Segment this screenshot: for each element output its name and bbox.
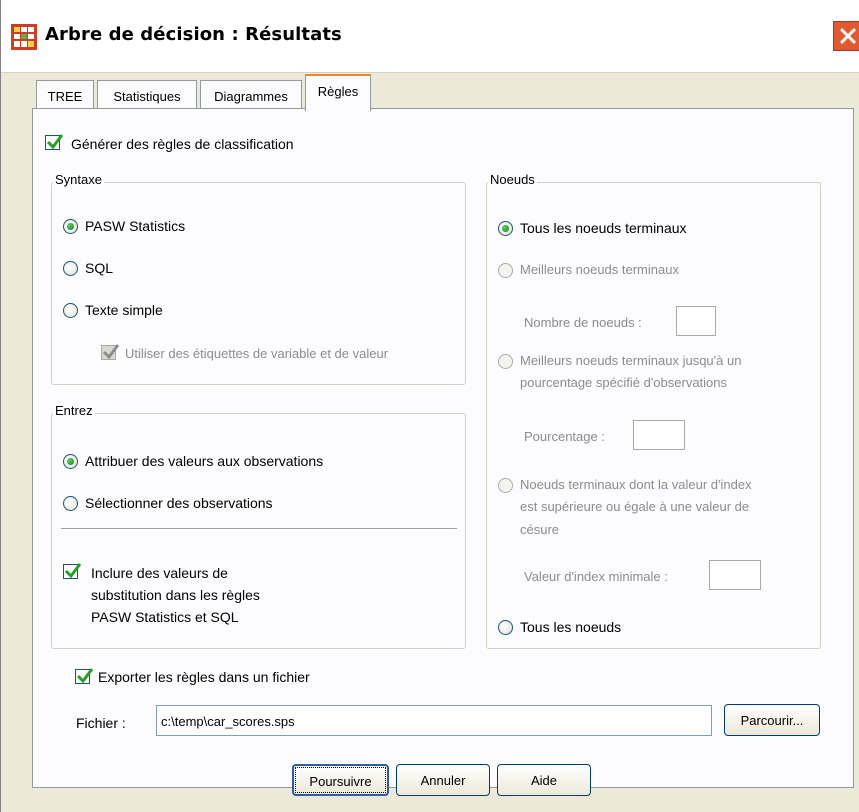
checkmark-icon [46, 134, 64, 150]
browse-button[interactable]: Parcourir... [724, 704, 820, 736]
checkmark-icon [64, 563, 82, 579]
dialog-title: Arbre de décision : Résultats [45, 24, 342, 45]
tab-statistiques-label: Statistiques [113, 89, 181, 104]
radio-all-terminal-nodes[interactable] [498, 221, 513, 236]
tree-app-icon [11, 24, 37, 50]
include-line-2: substitution dans les règles [91, 587, 260, 603]
checkmark-icon [102, 344, 120, 360]
percentage-input[interactable] [633, 420, 685, 450]
radio-sql[interactable] [63, 261, 78, 276]
pasw-statistics-label: PASW Statistics [85, 218, 186, 234]
sql-label: SQL [85, 260, 114, 276]
export-rules-label: Exporter les règles dans un fichier [98, 669, 310, 685]
close-icon [839, 27, 857, 45]
select-observations-label: Sélectionner des observations [85, 495, 273, 511]
percentage-label: Pourcentage : [524, 429, 605, 444]
tab-diagrammes[interactable]: Diagrammes [200, 80, 302, 108]
best-pct-line-2: pourcentage spécifié d'observations [520, 375, 728, 390]
min-index-input[interactable] [709, 560, 761, 590]
enter-separator [61, 528, 457, 530]
assign-values-label: Attribuer des valeurs aux observations [85, 453, 324, 469]
node-count-input[interactable] [676, 306, 716, 336]
radio-select-observations[interactable] [63, 496, 78, 511]
texte-simple-label: Texte simple [85, 302, 163, 318]
radio-all-nodes[interactable] [498, 620, 513, 635]
best-pct-line-1: Meilleurs noeuds terminaux jusqu'à un [520, 353, 742, 368]
all-terminal-nodes-label: Tous les noeuds terminaux [520, 220, 687, 236]
nodes-legend: Noeuds [488, 172, 537, 187]
all-nodes-label: Tous les noeuds [520, 619, 622, 635]
index-line-1: Noeuds terminaux dont la valeur d'index [520, 477, 752, 492]
node-count-label: Nombre de noeuds : [524, 315, 642, 330]
tab-regles-label: Règles [317, 84, 359, 99]
min-index-label: Valeur d'index minimale : [524, 569, 668, 584]
generate-rules-label: Générer des règles de classification [71, 136, 294, 152]
checkmark-icon [76, 668, 94, 684]
index-line-2: est supérieure ou égale à une valeur de [520, 499, 750, 514]
tab-statistiques[interactable]: Statistiques [97, 80, 197, 108]
continue-button[interactable]: Poursuivre [292, 764, 389, 796]
radio-assign-values[interactable] [63, 454, 78, 469]
radio-best-terminal-percentage[interactable] [498, 354, 513, 369]
enter-legend: Entrez [53, 403, 95, 418]
export-rules-checkbox[interactable] [75, 668, 94, 684]
use-labels-label: Utiliser des étiquettes de variable et d… [125, 346, 389, 361]
use-labels-checkbox[interactable] [101, 344, 120, 360]
radio-best-terminal-nodes[interactable] [498, 263, 513, 278]
best-terminal-nodes-label: Meilleurs noeuds terminaux [520, 262, 679, 277]
index-line-3: césure [520, 522, 560, 537]
syntax-legend: Syntaxe [53, 172, 104, 187]
help-button[interactable]: Aide [497, 764, 591, 796]
radio-texte-simple[interactable] [63, 303, 78, 318]
tab-tree-label: TREE [47, 89, 83, 104]
include-line-1: Inclure des valeurs de [91, 565, 228, 581]
tab-diagrammes-label: Diagrammes [214, 89, 288, 104]
close-button[interactable] [833, 21, 859, 51]
include-substitution-checkbox[interactable] [63, 563, 82, 579]
cancel-button[interactable]: Annuler [396, 764, 490, 796]
file-path-input[interactable]: c:\temp\car_scores.sps [156, 705, 712, 736]
tab-tree[interactable]: TREE [36, 80, 94, 108]
generate-rules-checkbox[interactable] [45, 134, 64, 150]
title-bar[interactable]: Arbre de décision : Résultats [1, 0, 859, 73]
rules-tab-panel: Générer des règles de classification Syn… [32, 108, 854, 788]
file-label: Fichier : [76, 715, 126, 731]
dialog-window: Arbre de décision : Résultats TREE Stati… [0, 0, 859, 812]
radio-index-cutoff[interactable] [498, 478, 513, 493]
include-line-3: PASW Statistics et SQL [91, 609, 239, 625]
radio-pasw-statistics[interactable] [63, 219, 78, 234]
tab-regles[interactable]: Règles [305, 74, 371, 111]
